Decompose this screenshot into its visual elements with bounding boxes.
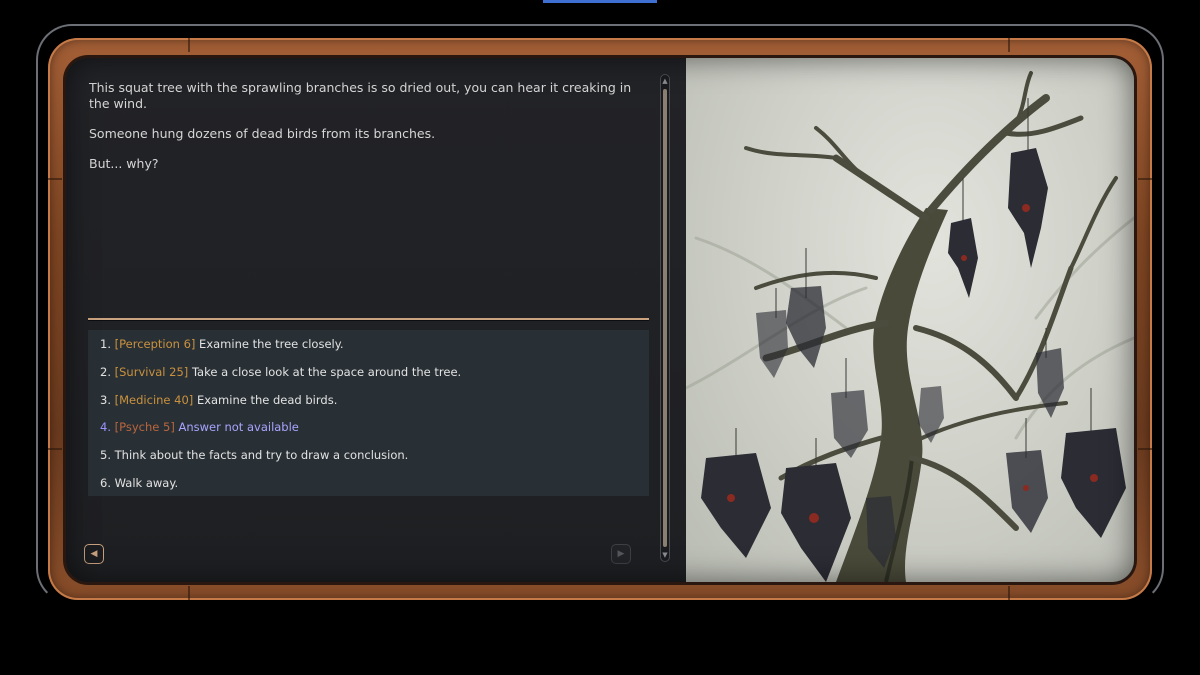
dialogue-option-2[interactable]: 2. [Survival 25] Take a close look at th… bbox=[100, 365, 649, 379]
option-label: Answer not available bbox=[178, 420, 299, 435]
skill-tag: [Medicine 40] bbox=[114, 392, 194, 407]
dialogue-option-3[interactable]: 3. [Medicine 40] Examine the dead birds. bbox=[100, 393, 649, 407]
description-paragraph: But... why? bbox=[89, 156, 159, 171]
scroll-thumb[interactable] bbox=[663, 89, 667, 547]
illustration-dead-birds-tree bbox=[686, 58, 1134, 582]
option-label: Examine the dead birds. bbox=[196, 392, 338, 407]
dialogue-option-4-unavailable[interactable]: 4. [Psyche 5] Answer not available bbox=[100, 420, 649, 434]
divider bbox=[88, 318, 649, 320]
option-label: Walk away. bbox=[114, 475, 179, 490]
dialogue-option-1[interactable]: 1. [Perception 6] Examine the tree close… bbox=[100, 337, 649, 351]
dialogue-panel: This squat tree with the sprawling branc… bbox=[66, 58, 686, 582]
description-paragraph: Someone hung dozens of dead birds from i… bbox=[89, 126, 436, 141]
dialogue-option-6[interactable]: 6. Walk away. bbox=[100, 476, 649, 490]
dialogue-options: 1. [Perception 6] Examine the tree close… bbox=[88, 330, 649, 496]
scrollbar[interactable]: ▲ ▼ bbox=[660, 74, 670, 562]
top-indicator bbox=[543, 0, 657, 3]
description-text: This squat tree with the sprawling branc… bbox=[89, 80, 649, 186]
triangle-right-icon: ▶ bbox=[617, 549, 625, 559]
prev-page-button[interactable]: ◀ bbox=[84, 544, 104, 564]
tree-illustration bbox=[686, 71, 1134, 582]
skill-tag: [Perception 6] bbox=[114, 337, 196, 351]
skill-tag: [Survival 25] bbox=[114, 364, 189, 379]
option-label: Think about the facts and try to draw a … bbox=[114, 448, 409, 463]
chevron-down-icon[interactable]: ▼ bbox=[661, 550, 669, 560]
triangle-left-icon: ◀ bbox=[90, 549, 98, 559]
dialogue-option-5[interactable]: 5. Think about the facts and try to draw… bbox=[100, 448, 649, 462]
next-page-button[interactable]: ▶ bbox=[611, 544, 631, 564]
skill-tag: [Psyche 5] bbox=[114, 420, 175, 435]
option-label: Take a close look at the space around th… bbox=[191, 364, 462, 379]
option-label: Examine the tree closely. bbox=[199, 337, 344, 351]
chevron-up-icon[interactable]: ▲ bbox=[661, 76, 669, 86]
screen: This squat tree with the sprawling branc… bbox=[66, 58, 1134, 582]
description-paragraph: This squat tree with the sprawling branc… bbox=[89, 80, 632, 111]
